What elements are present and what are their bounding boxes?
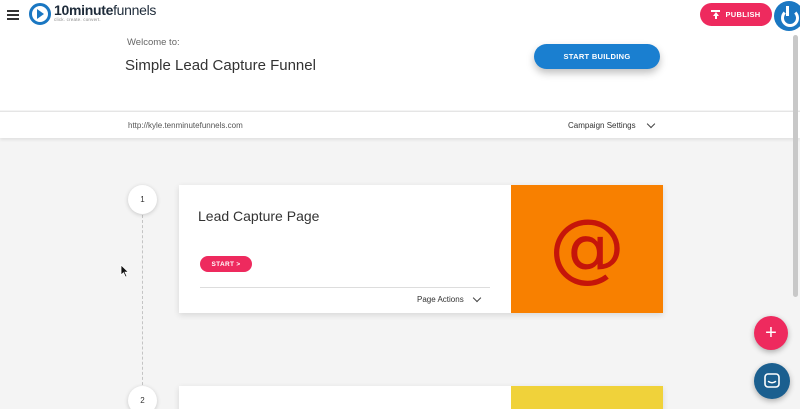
start-page-button[interactable]: START >	[200, 256, 252, 272]
start-building-button[interactable]: START BUILDING	[534, 44, 660, 69]
add-step-button[interactable]: +	[754, 316, 788, 350]
funnel-title: Simple Lead Capture Funnel	[125, 57, 316, 74]
page-title[interactable]: Lead Capture Page	[198, 208, 319, 224]
step-number-badge: 2	[128, 386, 157, 409]
chat-icon[interactable]	[754, 363, 790, 399]
chat-bubble-icon	[764, 373, 780, 388]
chevron-down-icon	[472, 293, 481, 303]
publish-button[interactable]: PUBLISH	[700, 3, 772, 26]
play-logo-icon	[29, 3, 51, 25]
logo-wordmark: 10minutefunnels	[54, 2, 157, 18]
campaign-settings-label: Campaign Settings	[568, 120, 636, 130]
page-thumbnail[interactable]: @	[511, 185, 663, 313]
funnel-step-card	[179, 386, 663, 409]
step-number-badge: 1	[128, 185, 157, 214]
funnel-url[interactable]: http://kyle.tenminutefunnels.com	[128, 121, 243, 130]
top-header: 10minutefunnels click. create. convert. …	[0, 0, 800, 110]
brand-logo[interactable]: 10minutefunnels click. create. convert.	[29, 3, 156, 25]
campaign-settings-dropdown[interactable]: Campaign Settings	[568, 118, 655, 132]
page-actions-dropdown[interactable]: Page Actions	[417, 293, 481, 304]
logo-tagline: click. create. convert.	[54, 17, 101, 22]
upload-icon	[711, 10, 721, 19]
page-scrollbar[interactable]	[793, 35, 798, 297]
publish-label: PUBLISH	[725, 10, 761, 19]
at-sign-icon: @	[549, 202, 625, 291]
step-timeline-line	[142, 215, 143, 390]
power-icon[interactable]	[774, 1, 800, 31]
chevron-down-icon	[646, 119, 655, 128]
page-actions-label: Page Actions	[417, 295, 464, 304]
hamburger-menu-icon[interactable]	[7, 10, 19, 20]
card-divider	[200, 287, 490, 288]
welcome-label: Welcome to:	[127, 37, 180, 48]
mouse-cursor-icon	[120, 264, 130, 278]
page-thumbnail[interactable]	[511, 386, 663, 409]
funnel-step-card: Lead Capture Page START > Page Actions @	[179, 185, 663, 313]
funnel-url-bar: http://kyle.tenminutefunnels.com Campaig…	[0, 111, 800, 138]
